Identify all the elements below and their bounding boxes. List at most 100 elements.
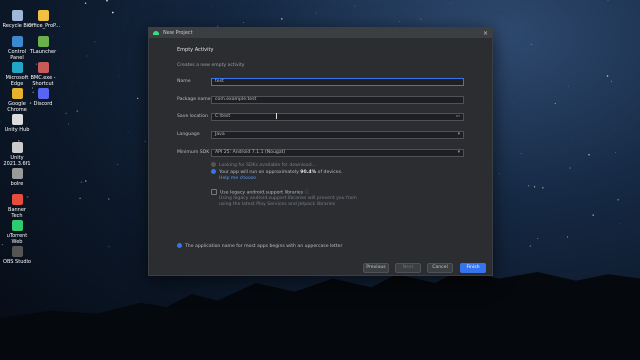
desktop-icon[interactable]: OBS Studio	[2, 246, 32, 265]
name-field[interactable]: test	[211, 77, 464, 86]
save-location-field[interactable]: C:\test ▭	[211, 112, 464, 121]
star	[420, 18, 422, 20]
app-icon	[11, 168, 23, 179]
chevron-down-icon: ▾	[457, 132, 460, 137]
checkbox[interactable]	[211, 189, 217, 195]
save-location-label: Save location	[177, 114, 208, 119]
app-icon	[11, 114, 23, 125]
star	[65, 112, 67, 115]
star	[568, 85, 569, 87]
star	[606, 75, 609, 77]
desktop-icon-label: uTorrent Web	[6, 233, 28, 245]
spinner-icon	[211, 162, 216, 167]
star	[592, 214, 594, 216]
template-subtitle: Creates a new empty activity	[177, 63, 245, 68]
star	[85, 180, 87, 182]
star	[528, 185, 530, 187]
desktop-icon[interactable]: BMC.exe - Shortcut	[28, 62, 58, 87]
minsdk-select[interactable]: API 25: Android 7.1.1 (Nougat) ▾	[211, 148, 464, 157]
star	[111, 11, 114, 14]
star	[84, 2, 87, 4]
app-icon	[11, 220, 23, 231]
desktop-icon[interactable]: TLauncher	[28, 36, 58, 55]
star	[615, 151, 616, 153]
language-select[interactable]: Java ▾	[211, 130, 464, 139]
star	[398, 21, 400, 23]
star	[71, 81, 73, 83]
star	[619, 223, 620, 224]
app-icon	[11, 142, 23, 153]
app-icon	[37, 88, 49, 99]
info-icon	[211, 169, 216, 174]
app-icon	[11, 194, 23, 205]
star	[567, 236, 569, 238]
desktop-icon[interactable]: bolre	[2, 168, 32, 187]
name-label: Name	[177, 79, 191, 84]
package-value: com.example.test	[215, 97, 257, 102]
app-icon	[11, 88, 23, 99]
star	[315, 12, 317, 14]
star	[242, 22, 244, 24]
help-me-choose-link[interactable]: Help me choose	[219, 176, 256, 181]
star	[396, 24, 397, 26]
dialog-footer: Previous Next Cancel Finish	[149, 259, 492, 275]
dialog-titlebar: New Project ×	[149, 28, 492, 38]
language-row: Language Java ▾	[177, 130, 464, 139]
next-button[interactable]: Next	[395, 263, 421, 273]
legacy-label: Use legacy android.support libraries	[220, 190, 304, 196]
legacy-libraries-option[interactable]: Use legacy android.support libraries ⓘ	[211, 189, 309, 196]
sdk-run-percent: 90.4%	[300, 170, 317, 175]
star	[80, 181, 83, 183]
desktop-icon-label: Discord	[33, 101, 53, 107]
star	[79, 197, 81, 200]
package-name-field[interactable]: com.example.test	[211, 95, 464, 104]
star	[588, 154, 590, 156]
desktop-icon-label: Office_ProP...	[28, 23, 61, 29]
star	[505, 33, 507, 35]
language-value: Java	[215, 132, 225, 137]
new-project-dialog: New Project × Empty Activity Creates a n…	[148, 27, 493, 276]
save-location-row: Save location C:\test ▭	[177, 112, 464, 121]
app-icon	[11, 62, 23, 73]
cancel-button[interactable]: Cancel	[427, 263, 453, 273]
name-value: test	[215, 79, 224, 84]
star	[280, 18, 283, 20]
desktop-icon[interactable]: Unity Hub	[2, 114, 32, 133]
minsdk-label: Minimum SDK	[177, 150, 210, 155]
app-icon	[11, 36, 23, 47]
template-heading: Empty Activity	[177, 47, 214, 53]
star	[520, 153, 522, 155]
star	[542, 187, 544, 189]
star	[94, 41, 96, 43]
app-icon	[37, 10, 49, 21]
desktop-icon[interactable]: Banner Tech	[2, 194, 32, 219]
close-icon[interactable]: ×	[483, 30, 488, 37]
app-icon	[37, 36, 49, 47]
star	[117, 164, 119, 165]
save-location-value: C:\test	[215, 114, 231, 119]
desktop-icon-label: TLauncher	[29, 49, 57, 55]
star	[607, 0, 609, 1]
folder-icon[interactable]: ▭	[456, 114, 460, 119]
desktop-icon[interactable]: Discord	[28, 88, 58, 107]
star	[106, 0, 108, 2]
desktop-icon[interactable]: Unity 2021.3.6f1	[2, 142, 32, 167]
desktop-icon-label: OBS Studio	[3, 259, 31, 265]
desktop-icon-label: Banner Tech	[8, 207, 26, 219]
finish-button[interactable]: Finish	[460, 263, 486, 273]
star	[569, 167, 571, 169]
previous-button[interactable]: Previous	[363, 263, 389, 273]
star	[86, 55, 88, 57]
desktop-icon[interactable]: uTorrent Web	[2, 220, 32, 245]
star	[530, 44, 532, 46]
star	[450, 3, 452, 4]
name-row: Name test	[177, 77, 464, 86]
sdk-coverage-note: Your app will run on approximately 90.4%…	[211, 169, 342, 175]
sdk-run-prefix: Your app will run on approximately	[219, 170, 301, 175]
desktop-icon[interactable]: Office_ProP...	[28, 10, 61, 29]
star	[108, 198, 110, 200]
star	[610, 80, 612, 82]
desktop-icon-label: bolre	[10, 181, 24, 187]
star	[354, 5, 356, 7]
desktop-icon-label: BMC.exe - Shortcut	[30, 75, 56, 87]
